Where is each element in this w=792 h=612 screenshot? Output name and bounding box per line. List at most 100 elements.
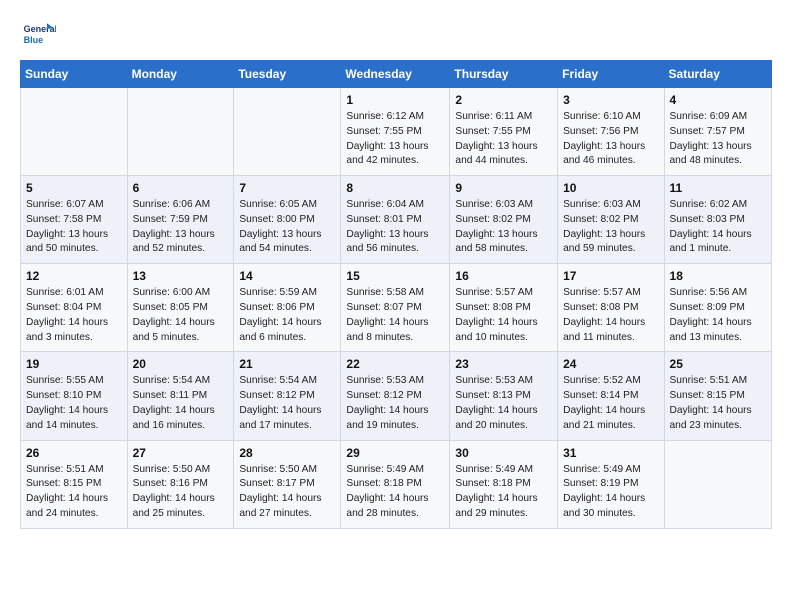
calendar-cell: 24 Sunrise: 5:52 AM Sunset: 8:14 PM Dayli… <box>558 352 664 440</box>
calendar-cell: 3 Sunrise: 6:10 AM Sunset: 7:56 PM Daylig… <box>558 88 664 176</box>
day-number: 17 <box>563 269 658 283</box>
calendar-table: SundayMondayTuesdayWednesdayThursdayFrid… <box>20 60 772 529</box>
day-number: 12 <box>26 269 122 283</box>
header-thursday: Thursday <box>450 61 558 88</box>
day-info: Sunrise: 6:03 AM Sunset: 8:02 PM Dayligh… <box>563 198 658 257</box>
day-info: Sunrise: 6:11 AM Sunset: 7:55 PM Dayligh… <box>455 110 552 169</box>
calendar-cell: 4Sunrise: 6:09 AM Sunset: 7:57 PM Daylig… <box>664 88 771 176</box>
day-info: Sunrise: 6:00 AM Sunset: 8:05 PM Dayligh… <box>133 286 229 345</box>
header-sunday: Sunday <box>21 61 128 88</box>
day-info: Sunrise: 5:49 AM Sunset: 8:18 PM Dayligh… <box>346 463 444 522</box>
calendar-cell: 28 Sunrise: 5:50 AM Sunset: 8:17 PM Dayli… <box>234 440 341 528</box>
calendar-cell: 25 Sunrise: 5:51 AM Sunset: 8:15 PM Dayli… <box>664 352 771 440</box>
day-info: Sunrise: 6:03 AM Sunset: 8:02 PM Dayligh… <box>455 198 552 257</box>
day-number: 1 <box>346 93 444 107</box>
day-info: Sunrise: 5:49 AM Sunset: 8:19 PM Dayligh… <box>563 463 658 522</box>
calendar-cell: 26 Sunrise: 5:51 AM Sunset: 8:15 PM Dayli… <box>21 440 128 528</box>
calendar-cell: 9Sunrise: 6:03 AM Sunset: 8:02 PM Daylig… <box>450 176 558 264</box>
svg-text:Blue: Blue <box>24 35 44 45</box>
day-number: 2 <box>455 93 552 107</box>
day-number: 14 <box>239 269 335 283</box>
day-info: Sunrise: 5:58 AM Sunset: 8:07 PM Dayligh… <box>346 286 444 345</box>
day-number: 28 <box>239 446 335 460</box>
day-info: Sunrise: 6:02 AM Sunset: 8:03 PM Dayligh… <box>670 198 766 257</box>
calendar-cell: 12 Sunrise: 6:01 AM Sunset: 8:04 PM Dayli… <box>21 264 128 352</box>
day-number: 7 <box>239 181 335 195</box>
calendar-cell <box>234 88 341 176</box>
calendar-cell: 27Sunrise: 5:50 AM Sunset: 8:16 PM Dayli… <box>127 440 234 528</box>
calendar-cell: 31 Sunrise: 5:49 AM Sunset: 8:19 PM Dayli… <box>558 440 664 528</box>
day-info: Sunrise: 5:59 AM Sunset: 8:06 PM Dayligh… <box>239 286 335 345</box>
calendar-cell: 1 Sunrise: 6:12 AM Sunset: 7:55 PM Daylig… <box>341 88 450 176</box>
calendar-cell: 16 Sunrise: 5:57 AM Sunset: 8:08 PM Dayli… <box>450 264 558 352</box>
day-info: Sunrise: 6:01 AM Sunset: 8:04 PM Dayligh… <box>26 286 122 345</box>
header-saturday: Saturday <box>664 61 771 88</box>
day-number: 3 <box>563 93 658 107</box>
calendar-header-row: SundayMondayTuesdayWednesdayThursdayFrid… <box>21 61 772 88</box>
calendar-cell: 8 Sunrise: 6:04 AM Sunset: 8:01 PM Daylig… <box>341 176 450 264</box>
day-info: Sunrise: 5:54 AM Sunset: 8:11 PM Dayligh… <box>133 374 229 433</box>
day-number: 13 <box>133 269 229 283</box>
day-info: Sunrise: 5:55 AM Sunset: 8:10 PM Dayligh… <box>26 374 122 433</box>
calendar-cell: 11 Sunrise: 6:02 AM Sunset: 8:03 PM Dayli… <box>664 176 771 264</box>
calendar-week-row: 26 Sunrise: 5:51 AM Sunset: 8:15 PM Dayli… <box>21 440 772 528</box>
calendar-cell: 20 Sunrise: 5:54 AM Sunset: 8:11 PM Dayli… <box>127 352 234 440</box>
day-number: 19 <box>26 357 122 371</box>
day-number: 23 <box>455 357 552 371</box>
day-info: Sunrise: 5:53 AM Sunset: 8:12 PM Dayligh… <box>346 374 444 433</box>
day-number: 22 <box>346 357 444 371</box>
day-number: 16 <box>455 269 552 283</box>
day-info: Sunrise: 6:05 AM Sunset: 8:00 PM Dayligh… <box>239 198 335 257</box>
header-friday: Friday <box>558 61 664 88</box>
day-info: Sunrise: 6:10 AM Sunset: 7:56 PM Dayligh… <box>563 110 658 169</box>
day-info: Sunrise: 5:52 AM Sunset: 8:14 PM Dayligh… <box>563 374 658 433</box>
page-header: General Blue <box>20 16 772 52</box>
calendar-cell: 21Sunrise: 5:54 AM Sunset: 8:12 PM Dayli… <box>234 352 341 440</box>
day-number: 29 <box>346 446 444 460</box>
day-info: Sunrise: 6:04 AM Sunset: 8:01 PM Dayligh… <box>346 198 444 257</box>
calendar-cell: 23Sunrise: 5:53 AM Sunset: 8:13 PM Dayli… <box>450 352 558 440</box>
day-info: Sunrise: 5:57 AM Sunset: 8:08 PM Dayligh… <box>563 286 658 345</box>
header-wednesday: Wednesday <box>341 61 450 88</box>
day-info: Sunrise: 5:50 AM Sunset: 8:17 PM Dayligh… <box>239 463 335 522</box>
day-number: 24 <box>563 357 658 371</box>
day-info: Sunrise: 5:56 AM Sunset: 8:09 PM Dayligh… <box>670 286 766 345</box>
day-number: 8 <box>346 181 444 195</box>
day-number: 10 <box>563 181 658 195</box>
day-number: 4 <box>670 93 766 107</box>
calendar-cell <box>21 88 128 176</box>
calendar-cell: 5 Sunrise: 6:07 AM Sunset: 7:58 PM Daylig… <box>21 176 128 264</box>
day-number: 6 <box>133 181 229 195</box>
calendar-week-row: 19 Sunrise: 5:55 AM Sunset: 8:10 PM Dayli… <box>21 352 772 440</box>
svg-text:General: General <box>24 24 56 34</box>
day-number: 15 <box>346 269 444 283</box>
day-number: 30 <box>455 446 552 460</box>
day-info: Sunrise: 5:51 AM Sunset: 8:15 PM Dayligh… <box>670 374 766 433</box>
calendar-cell: 15 Sunrise: 5:58 AM Sunset: 8:07 PM Dayli… <box>341 264 450 352</box>
day-number: 26 <box>26 446 122 460</box>
day-number: 18 <box>670 269 766 283</box>
day-number: 5 <box>26 181 122 195</box>
header-monday: Monday <box>127 61 234 88</box>
calendar-cell: 6Sunrise: 6:06 AM Sunset: 7:59 PM Daylig… <box>127 176 234 264</box>
day-info: Sunrise: 5:54 AM Sunset: 8:12 PM Dayligh… <box>239 374 335 433</box>
calendar-week-row: 1 Sunrise: 6:12 AM Sunset: 7:55 PM Daylig… <box>21 88 772 176</box>
day-info: Sunrise: 5:57 AM Sunset: 8:08 PM Dayligh… <box>455 286 552 345</box>
day-info: Sunrise: 6:12 AM Sunset: 7:55 PM Dayligh… <box>346 110 444 169</box>
logo: General Blue <box>20 16 62 52</box>
calendar-cell: 30Sunrise: 5:49 AM Sunset: 8:18 PM Dayli… <box>450 440 558 528</box>
logo-icon: General Blue <box>20 16 56 52</box>
calendar-cell: 18 Sunrise: 5:56 AM Sunset: 8:09 PM Dayli… <box>664 264 771 352</box>
calendar-week-row: 12 Sunrise: 6:01 AM Sunset: 8:04 PM Dayli… <box>21 264 772 352</box>
day-info: Sunrise: 5:51 AM Sunset: 8:15 PM Dayligh… <box>26 463 122 522</box>
day-number: 31 <box>563 446 658 460</box>
calendar-cell: 29 Sunrise: 5:49 AM Sunset: 8:18 PM Dayli… <box>341 440 450 528</box>
day-number: 25 <box>670 357 766 371</box>
day-number: 11 <box>670 181 766 195</box>
calendar-cell: 2 Sunrise: 6:11 AM Sunset: 7:55 PM Daylig… <box>450 88 558 176</box>
calendar-cell: 22 Sunrise: 5:53 AM Sunset: 8:12 PM Dayli… <box>341 352 450 440</box>
day-number: 20 <box>133 357 229 371</box>
day-info: Sunrise: 6:07 AM Sunset: 7:58 PM Dayligh… <box>26 198 122 257</box>
calendar-cell <box>664 440 771 528</box>
calendar-cell: 13 Sunrise: 6:00 AM Sunset: 8:05 PM Dayli… <box>127 264 234 352</box>
